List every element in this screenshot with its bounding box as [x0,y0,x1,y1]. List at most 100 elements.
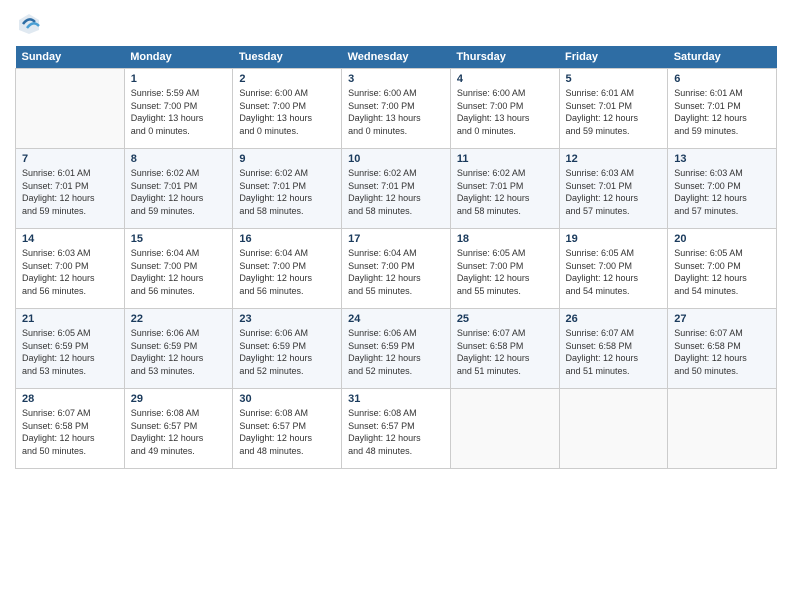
day-number: 8 [131,153,227,165]
calendar-cell: 1Sunrise: 5:59 AMSunset: 7:00 PMDaylight… [124,69,233,149]
day-info: Sunrise: 6:00 AMSunset: 7:00 PMDaylight:… [457,87,553,137]
day-number: 20 [674,233,770,245]
day-number: 4 [457,73,553,85]
day-number: 18 [457,233,553,245]
day-number: 9 [239,153,335,165]
day-header-friday: Friday [559,46,668,69]
day-header-sunday: Sunday [16,46,125,69]
day-number: 27 [674,313,770,325]
day-info: Sunrise: 6:02 AMSunset: 7:01 PMDaylight:… [239,167,335,217]
day-number: 1 [131,73,227,85]
calendar-cell [16,69,125,149]
day-info: Sunrise: 6:07 AMSunset: 6:58 PMDaylight:… [457,327,553,377]
week-row-2: 7 Sunrise: 6:01 AMSunset: 7:01 PMDaylight… [16,149,777,229]
week-row-3: 14 Sunrise: 6:03 AMSunset: 7:00 PMDayligh… [16,229,777,309]
calendar-cell: 9 Sunrise: 6:02 AMSunset: 7:01 PMDaylight… [233,149,342,229]
calendar-cell: 20 Sunrise: 6:05 AMSunset: 7:00 PMDayligh… [668,229,777,309]
day-number: 6 [674,73,770,85]
day-header-thursday: Thursday [450,46,559,69]
calendar-cell: 12 Sunrise: 6:03 AMSunset: 7:01 PMDayligh… [559,149,668,229]
day-number: 16 [239,233,335,245]
day-info: Sunrise: 6:07 AMSunset: 6:58 PMDaylight:… [566,327,662,377]
calendar-table: SundayMondayTuesdayWednesdayThursdayFrid… [15,46,777,469]
day-info: Sunrise: 6:00 AMSunset: 7:00 PMDaylight:… [348,87,444,137]
calendar-cell [559,389,668,469]
day-header-tuesday: Tuesday [233,46,342,69]
calendar-cell: 2Sunrise: 6:00 AMSunset: 7:00 PMDaylight… [233,69,342,149]
day-info: Sunrise: 6:08 AMSunset: 6:57 PMDaylight:… [239,407,335,457]
day-info: Sunrise: 6:07 AMSunset: 6:58 PMDaylight:… [22,407,118,457]
calendar-cell: 5 Sunrise: 6:01 AMSunset: 7:01 PMDaylight… [559,69,668,149]
calendar-cell: 6 Sunrise: 6:01 AMSunset: 7:01 PMDaylight… [668,69,777,149]
day-info: Sunrise: 6:08 AMSunset: 6:57 PMDaylight:… [131,407,227,457]
day-info: Sunrise: 6:03 AMSunset: 7:01 PMDaylight:… [566,167,662,217]
day-info: Sunrise: 6:04 AMSunset: 7:00 PMDaylight:… [239,247,335,297]
day-header-saturday: Saturday [668,46,777,69]
day-number: 12 [566,153,662,165]
day-number: 17 [348,233,444,245]
calendar-cell: 25 Sunrise: 6:07 AMSunset: 6:58 PMDayligh… [450,309,559,389]
day-info: Sunrise: 6:02 AMSunset: 7:01 PMDaylight:… [348,167,444,217]
calendar-cell: 11 Sunrise: 6:02 AMSunset: 7:01 PMDayligh… [450,149,559,229]
day-number: 25 [457,313,553,325]
day-info: Sunrise: 6:01 AMSunset: 7:01 PMDaylight:… [674,87,770,137]
day-info: Sunrise: 6:02 AMSunset: 7:01 PMDaylight:… [457,167,553,217]
calendar-cell [450,389,559,469]
day-info: Sunrise: 6:03 AMSunset: 7:00 PMDaylight:… [674,167,770,217]
day-number: 11 [457,153,553,165]
calendar-cell: 16 Sunrise: 6:04 AMSunset: 7:00 PMDayligh… [233,229,342,309]
day-number: 7 [22,153,118,165]
day-number: 15 [131,233,227,245]
calendar-cell: 24 Sunrise: 6:06 AMSunset: 6:59 PMDayligh… [342,309,451,389]
day-number: 26 [566,313,662,325]
calendar-cell: 8 Sunrise: 6:02 AMSunset: 7:01 PMDaylight… [124,149,233,229]
day-info: Sunrise: 6:00 AMSunset: 7:00 PMDaylight:… [239,87,335,137]
day-number: 30 [239,393,335,405]
week-row-4: 21 Sunrise: 6:05 AMSunset: 6:59 PMDayligh… [16,309,777,389]
day-info: Sunrise: 6:06 AMSunset: 6:59 PMDaylight:… [348,327,444,377]
day-info: Sunrise: 6:05 AMSunset: 7:00 PMDaylight:… [674,247,770,297]
day-number: 19 [566,233,662,245]
day-number: 5 [566,73,662,85]
calendar-cell: 26 Sunrise: 6:07 AMSunset: 6:58 PMDayligh… [559,309,668,389]
calendar-cell: 10 Sunrise: 6:02 AMSunset: 7:01 PMDayligh… [342,149,451,229]
day-number: 21 [22,313,118,325]
calendar-cell: 22Sunrise: 6:06 AMSunset: 6:59 PMDayligh… [124,309,233,389]
calendar-cell: 14 Sunrise: 6:03 AMSunset: 7:00 PMDayligh… [16,229,125,309]
day-number: 28 [22,393,118,405]
day-info: Sunrise: 6:05 AMSunset: 6:59 PMDaylight:… [22,327,118,377]
day-number: 24 [348,313,444,325]
calendar-cell: 29Sunrise: 6:08 AMSunset: 6:57 PMDayligh… [124,389,233,469]
day-info: Sunrise: 6:05 AMSunset: 7:00 PMDaylight:… [566,247,662,297]
calendar-cell: 21 Sunrise: 6:05 AMSunset: 6:59 PMDayligh… [16,309,125,389]
calendar-cell: 19 Sunrise: 6:05 AMSunset: 7:00 PMDayligh… [559,229,668,309]
day-info: Sunrise: 6:01 AMSunset: 7:01 PMDaylight:… [566,87,662,137]
calendar-cell: 15 Sunrise: 6:04 AMSunset: 7:00 PMDayligh… [124,229,233,309]
day-info: Sunrise: 6:02 AMSunset: 7:01 PMDaylight:… [131,167,227,217]
week-row-5: 28 Sunrise: 6:07 AMSunset: 6:58 PMDayligh… [16,389,777,469]
calendar-cell: 3 Sunrise: 6:00 AMSunset: 7:00 PMDaylight… [342,69,451,149]
day-number: 22 [131,313,227,325]
day-number: 3 [348,73,444,85]
calendar-cell: 28 Sunrise: 6:07 AMSunset: 6:58 PMDayligh… [16,389,125,469]
day-number: 10 [348,153,444,165]
day-info: Sunrise: 6:01 AMSunset: 7:01 PMDaylight:… [22,167,118,217]
day-number: 14 [22,233,118,245]
day-info: Sunrise: 6:08 AMSunset: 6:57 PMDaylight:… [348,407,444,457]
calendar-cell [668,389,777,469]
calendar-cell: 13 Sunrise: 6:03 AMSunset: 7:00 PMDayligh… [668,149,777,229]
calendar-cell: 17 Sunrise: 6:04 AMSunset: 7:00 PMDayligh… [342,229,451,309]
logo [15,10,45,38]
day-info: Sunrise: 6:04 AMSunset: 7:00 PMDaylight:… [131,247,227,297]
day-info: Sunrise: 6:05 AMSunset: 7:00 PMDaylight:… [457,247,553,297]
calendar-cell: 30 Sunrise: 6:08 AMSunset: 6:57 PMDayligh… [233,389,342,469]
day-header-wednesday: Wednesday [342,46,451,69]
day-number: 23 [239,313,335,325]
day-number: 13 [674,153,770,165]
day-info: Sunrise: 6:06 AMSunset: 6:59 PMDaylight:… [239,327,335,377]
calendar-cell: 23 Sunrise: 6:06 AMSunset: 6:59 PMDayligh… [233,309,342,389]
calendar-cell: 31Sunrise: 6:08 AMSunset: 6:57 PMDayligh… [342,389,451,469]
day-info: Sunrise: 6:03 AMSunset: 7:00 PMDaylight:… [22,247,118,297]
day-header-monday: Monday [124,46,233,69]
day-info: Sunrise: 6:04 AMSunset: 7:00 PMDaylight:… [348,247,444,297]
